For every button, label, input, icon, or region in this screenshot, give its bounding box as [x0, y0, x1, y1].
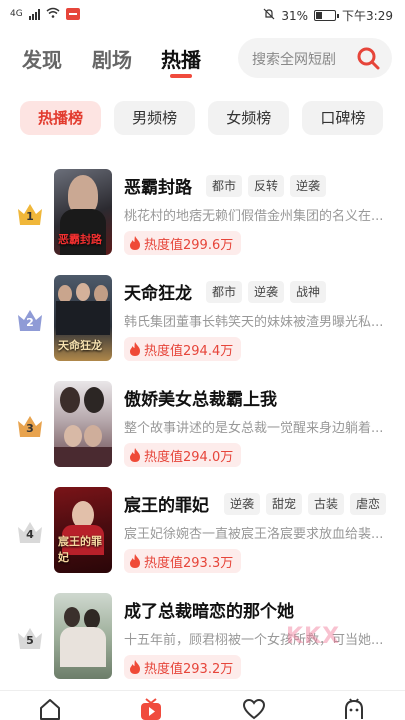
chip-hot-ranking[interactable]: 热播榜: [20, 101, 102, 135]
poster-image[interactable]: 恶霸封路: [54, 169, 112, 255]
heat-badge: 热度值293.2万: [124, 655, 242, 679]
tag: 逆袭: [248, 281, 285, 303]
bottom-nav: [0, 690, 405, 720]
chip-reputation-ranking[interactable]: 口碑榜: [302, 101, 384, 135]
play-icon[interactable]: [139, 697, 167, 720]
heat-value: 热度值294.0万: [144, 449, 234, 465]
ranking-chips: 热播榜 男频榜 女频榜 口碑榜: [20, 101, 405, 137]
heat-value: 热度值299.6万: [144, 237, 234, 253]
poster-caption: 宸王的罪妃: [58, 535, 102, 564]
drama-description: 宸王妃徐婉杏一直被宸王洛宸要求放血给裴...: [124, 527, 384, 542]
flame-icon: [130, 554, 140, 568]
tag: 古装: [308, 493, 345, 515]
rank-crown-icon: 3: [16, 413, 44, 439]
active-tab-indicator: [170, 74, 192, 78]
heat-badge: 热度值294.4万: [124, 337, 242, 361]
flame-icon: [130, 342, 140, 356]
tag-list: 都市 反转 逆袭: [206, 175, 327, 197]
rank-number: 3: [26, 422, 34, 435]
poster-image[interactable]: 宸王的罪妃: [54, 487, 112, 573]
heat-value: 热度值294.4万: [144, 343, 234, 359]
search-icon[interactable]: [356, 46, 380, 70]
rank-number: 4: [26, 528, 34, 541]
list-item[interactable]: 3 傲娇美女总裁霸上我 整个故事讲述的是女总裁一觉醒来身边躺着... 热度值29…: [0, 377, 405, 483]
tag: 反转: [248, 175, 285, 197]
tab-theater[interactable]: 剧场: [92, 44, 132, 73]
mute-icon: [263, 8, 275, 23]
drama-description: 整个故事讲述的是女总裁一觉醒来身边躺着...: [124, 421, 384, 436]
drama-title[interactable]: 恶霸封路: [124, 173, 192, 198]
flame-icon: [130, 448, 140, 462]
watermark: KKX: [286, 624, 341, 649]
drama-description: 十五年前，顾君栩被一个女孩所救，可当她...: [124, 633, 384, 648]
rank-number: 2: [26, 316, 34, 329]
poster-caption: 天命狂龙: [58, 339, 102, 352]
home-icon[interactable]: [38, 697, 66, 720]
heat-badge: 热度值299.6万: [124, 231, 242, 255]
list-item[interactable]: 1 恶霸封路 恶霸封路 都市 反转 逆袭 桃花村的地痞无赖们假借金州集团的名义在…: [0, 165, 405, 271]
top-nav: 发现 剧场 热播 搜索全网短剧: [0, 36, 405, 84]
tag: 虐恋: [350, 493, 387, 515]
signal-icon: [28, 8, 40, 20]
rank-crown-icon: 2: [16, 307, 44, 333]
list-item[interactable]: 5 成了总裁暗恋的那个她 十五年前，顾君栩被一个女孩所救，可当她... 热度值2…: [0, 589, 405, 695]
tab-hot[interactable]: 热播: [161, 44, 201, 73]
drama-title[interactable]: 天命狂龙: [124, 279, 192, 304]
tag: 逆袭: [290, 175, 327, 197]
tag-list: 都市 逆袭 战神: [206, 281, 327, 303]
tab-discover[interactable]: 发现: [22, 44, 62, 73]
network-label: 4G: [10, 9, 23, 19]
drama-description: 韩氏集团董事长韩笑天的妹妹被渣男曝光私...: [124, 315, 384, 330]
flame-icon: [130, 236, 140, 250]
tag: 都市: [206, 281, 243, 303]
battery-percent: 31%: [281, 8, 309, 23]
clock: 下午3:29: [342, 9, 393, 23]
tag: 战神: [290, 281, 327, 303]
drama-list: 1 恶霸封路 恶霸封路 都市 反转 逆袭 桃花村的地痞无赖们假借金州集团的名义在…: [0, 165, 405, 695]
flame-icon: [130, 660, 140, 674]
status-bar: 4G 31% 下午3:29: [0, 0, 405, 30]
battery-icon: [314, 10, 340, 21]
list-item[interactable]: 2 天命狂龙 天命狂龙 都市 逆袭 战神 韩氏集团董事长韩笑天的妹妹被渣男曝光私…: [0, 271, 405, 377]
tag: 甜宠: [266, 493, 303, 515]
mine-icon[interactable]: [342, 697, 370, 720]
rank-number: 1: [26, 210, 34, 223]
list-item[interactable]: 4 宸王的罪妃 宸王的罪妃 逆袭 甜宠 古装 虐恋 宸王妃徐婉杏一直被宸王洛宸要…: [0, 483, 405, 589]
app-notification-icon: [65, 8, 80, 20]
drama-description: 桃花村的地痞无赖们假借金州集团的名义在...: [124, 209, 384, 224]
tag: 都市: [206, 175, 243, 197]
heat-value: 热度值293.3万: [144, 555, 234, 571]
search-box[interactable]: 搜索全网短剧: [238, 38, 392, 78]
heat-value: 热度值293.2万: [144, 661, 234, 677]
poster-image[interactable]: [54, 381, 112, 467]
heat-badge: 热度值293.3万: [124, 549, 242, 573]
chip-male-ranking[interactable]: 男频榜: [114, 101, 196, 135]
rank-number: 5: [26, 634, 34, 647]
heat-badge: 热度值294.0万: [124, 443, 242, 467]
tag: 逆袭: [224, 493, 261, 515]
rank-crown-icon: 5: [16, 625, 44, 651]
rank-crown-icon: 1: [16, 201, 44, 227]
tag-list: 逆袭 甜宠 古装 虐恋: [224, 493, 387, 515]
chip-female-ranking[interactable]: 女频榜: [208, 101, 290, 135]
drama-title[interactable]: 宸王的罪妃: [124, 491, 209, 516]
poster-image[interactable]: 天命狂龙: [54, 275, 112, 361]
search-placeholder: 搜索全网短剧: [252, 52, 336, 68]
heart-icon[interactable]: [242, 697, 270, 720]
wifi-icon: [46, 7, 60, 21]
rank-crown-icon: 4: [16, 519, 44, 545]
drama-title[interactable]: 傲娇美女总裁霸上我: [124, 385, 277, 410]
poster-caption: 恶霸封路: [58, 233, 102, 246]
drama-title[interactable]: 成了总裁暗恋的那个她: [124, 597, 294, 622]
poster-image[interactable]: [54, 593, 112, 679]
